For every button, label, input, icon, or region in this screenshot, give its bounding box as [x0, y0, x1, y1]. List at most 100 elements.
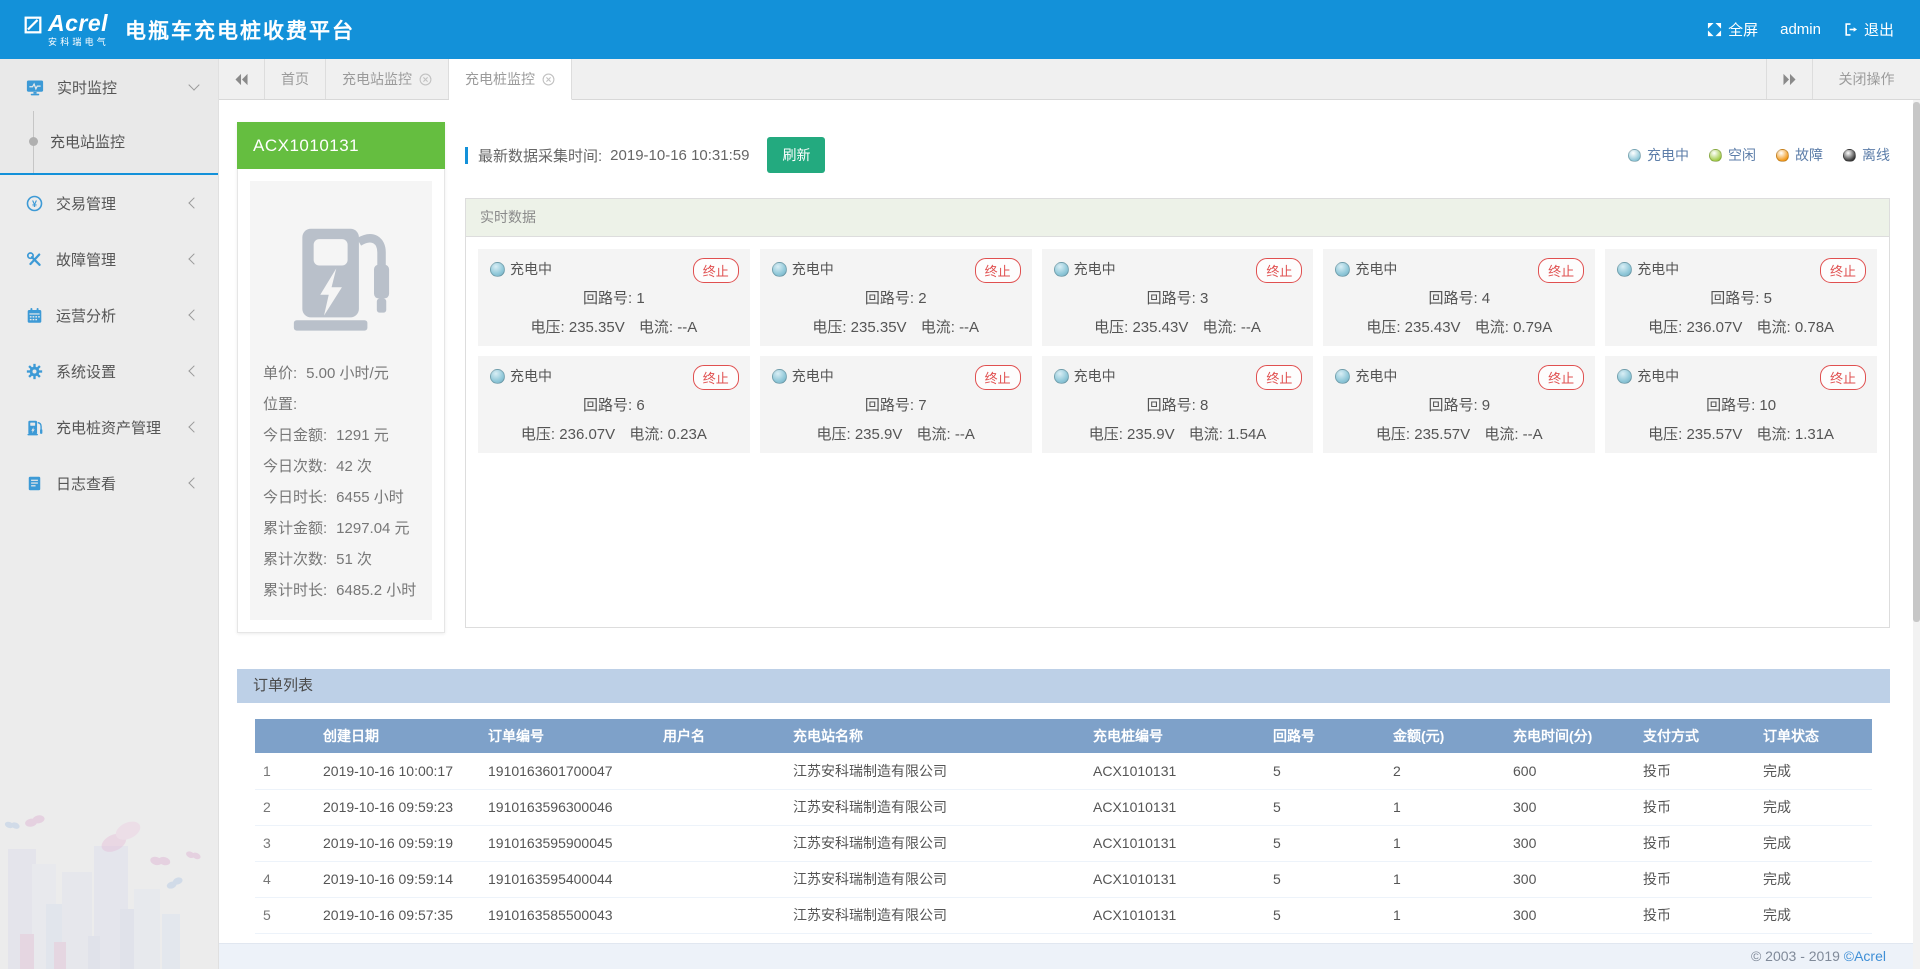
station-stat-line: 位置: — [263, 388, 419, 419]
circuit-status-label: 充电中 — [510, 259, 552, 279]
sidebar-item-transaction[interactable]: ¥ 交易管理 — [0, 175, 218, 231]
acrel-logo: Acrel 安科瑞电气 — [24, 12, 109, 47]
transaction-icon: ¥ — [26, 195, 43, 212]
terminate-button[interactable]: 终止 — [975, 365, 1021, 390]
sidebar-item-fault[interactable]: 故障管理 — [0, 231, 218, 287]
terminate-button[interactable]: 终止 — [693, 365, 739, 390]
stat-label: 位置: — [263, 393, 297, 414]
station-stat-line: 累计时长: 6485.2 小时 — [263, 574, 419, 605]
tab-close-icon[interactable] — [419, 73, 432, 86]
charging-status-dot-icon — [1617, 262, 1632, 277]
settings-gear-icon — [26, 363, 43, 380]
chevron-left-icon — [188, 197, 199, 208]
circuit-status-label: 充电中 — [510, 366, 552, 386]
circuit-card: 充电中 终止 回路号: 1 电压: 235.35V 电流: --A — [478, 249, 750, 346]
circuit-status-label: 充电中 — [1637, 366, 1679, 386]
circuit-number-label: 回路号: — [583, 397, 632, 414]
legend-item: 离线 — [1843, 145, 1890, 165]
username[interactable]: admin — [1780, 21, 1821, 38]
current-label: 电流: — [1757, 426, 1791, 443]
station-stats: 单价: 5.00 小时/元 位置: 今日金额: 1291 元 今日次数: 42 … — [263, 357, 419, 605]
circuit-number-line: 回路号: 3 — [1054, 287, 1302, 308]
stat-value: 51 次 — [336, 548, 372, 569]
stat-label: 累计金额: — [263, 517, 327, 538]
current-label: 电流: — [921, 319, 955, 336]
order-status: 完成 — [1755, 897, 1872, 933]
terminate-button[interactable]: 终止 — [1538, 258, 1584, 283]
sidebar: 实时监控 充电站监控 ¥ 交易管理 故障管理 运营分析 — [0, 59, 219, 969]
order-pay-method: 投币 — [1635, 753, 1755, 789]
terminate-button[interactable]: 终止 — [1256, 258, 1302, 283]
circuit-card: 充电中 终止 回路号: 6 电压: 236.07V 电流: 0.23A — [478, 356, 750, 453]
tab-pile-monitor[interactable]: 充电桩监控 — [449, 59, 572, 100]
charging-pump-icon — [275, 205, 407, 343]
voltage-label: 电压: — [1089, 426, 1123, 443]
order-amount: 1 — [1385, 789, 1505, 825]
order-number: 1910163601700047 — [480, 753, 655, 789]
circuit-card: 充电中 终止 回路号: 8 电压: 235.9V 电流: 1.54A — [1042, 356, 1314, 453]
voltage-value: 236.07V — [1686, 319, 1742, 336]
vertical-scrollbar-thumb[interactable] — [1913, 102, 1920, 622]
double-left-arrow-icon — [234, 73, 249, 86]
tab-close-icon[interactable] — [542, 73, 555, 86]
chevron-left-icon — [188, 421, 199, 432]
order-number: 1910163596300046 — [480, 789, 655, 825]
terminate-button[interactable]: 终止 — [1820, 258, 1866, 283]
footer-brand-link[interactable]: ©Acrel — [1844, 948, 1886, 964]
chevron-left-icon — [188, 477, 199, 488]
terminate-button[interactable]: 终止 — [975, 258, 1021, 283]
sidebar-item-analysis[interactable]: 运营分析 — [0, 287, 218, 343]
order-amount: 1 — [1385, 897, 1505, 933]
sidebar-item-logs[interactable]: 日志查看 — [0, 455, 218, 511]
sidebar-item-label: 交易管理 — [56, 193, 116, 214]
station-card: ACX1010131 — [237, 122, 445, 633]
tabs-scroll-right-button[interactable] — [1766, 59, 1812, 99]
order-row-index: 5 — [255, 897, 315, 933]
voltage-value: 236.07V — [559, 426, 615, 443]
circuit-cards-grid: 充电中 终止 回路号: 1 电压: 235.35V 电流: --A 充电中 终止… — [478, 249, 1877, 453]
charging-status-dot-icon — [772, 262, 787, 277]
station-body: 单价: 5.00 小时/元 位置: 今日金额: 1291 元 今日次数: 42 … — [237, 169, 445, 633]
order-row-index: 4 — [255, 861, 315, 897]
logo-text: Acrel — [48, 12, 109, 35]
fullscreen-button[interactable]: 全屏 — [1707, 19, 1758, 40]
tab-station-monitor[interactable]: 充电站监控 — [326, 59, 449, 99]
vertical-scrollbar-track[interactable] — [1913, 100, 1920, 969]
sidebar-item-settings[interactable]: 系统设置 — [0, 343, 218, 399]
circuit-number-line: 回路号: 4 — [1335, 287, 1583, 308]
order-number: 1910163595400044 — [480, 861, 655, 897]
order-username — [655, 861, 785, 897]
order-duration: 300 — [1505, 861, 1635, 897]
terminate-button[interactable]: 终止 — [1538, 365, 1584, 390]
circuit-number-label: 回路号: — [1147, 397, 1196, 414]
chevron-down-icon — [188, 79, 199, 90]
current-value: 1.54A — [1227, 426, 1266, 443]
sidebar-item-station-monitor[interactable]: 充电站监控 — [0, 115, 218, 167]
order-create-date: 2019-10-16 09:59:23 — [315, 789, 480, 825]
orders-section-title: 订单列表 — [237, 669, 1890, 703]
order-duration: 300 — [1505, 897, 1635, 933]
order-username — [655, 753, 785, 789]
terminate-button[interactable]: 终止 — [1820, 365, 1866, 390]
circuit-number-label: 回路号: — [1147, 290, 1196, 307]
tab-bar: 首页 充电站监控 充电桩监控 关闭操作 — [219, 59, 1920, 100]
collect-time-row: 最新数据采集时间: 2019-10-16 10:31:59 刷新 充电中 空闲 … — [465, 134, 1890, 176]
terminate-button[interactable]: 终止 — [1256, 365, 1302, 390]
sidebar-item-pile-assets[interactable]: 充电桩资产管理 — [0, 399, 218, 455]
order-create-date: 2019-10-16 09:59:19 — [315, 825, 480, 861]
tab-home[interactable]: 首页 — [265, 59, 326, 99]
order-status: 完成 — [1755, 861, 1872, 897]
order-table-row: 3 2019-10-16 09:59:19 1910163595900045 江… — [255, 825, 1872, 861]
voltage-label: 电压: — [531, 319, 565, 336]
sidebar-item-realtime-monitor[interactable]: 实时监控 — [0, 59, 218, 115]
station-stat-line: 累计金额: 1297.04 元 — [263, 512, 419, 543]
terminate-button[interactable]: 终止 — [693, 258, 739, 283]
stat-label: 累计次数: — [263, 548, 327, 569]
refresh-button[interactable]: 刷新 — [767, 137, 825, 173]
logout-button[interactable]: 退出 — [1843, 19, 1894, 40]
close-operations-button[interactable]: 关闭操作 — [1812, 59, 1920, 99]
stat-value: 5.00 小时/元 — [306, 362, 389, 383]
tabs-scroll-left-button[interactable] — [219, 59, 265, 99]
circuit-number-line: 回路号: 1 — [490, 287, 738, 308]
charging-pile-icon — [26, 419, 43, 436]
